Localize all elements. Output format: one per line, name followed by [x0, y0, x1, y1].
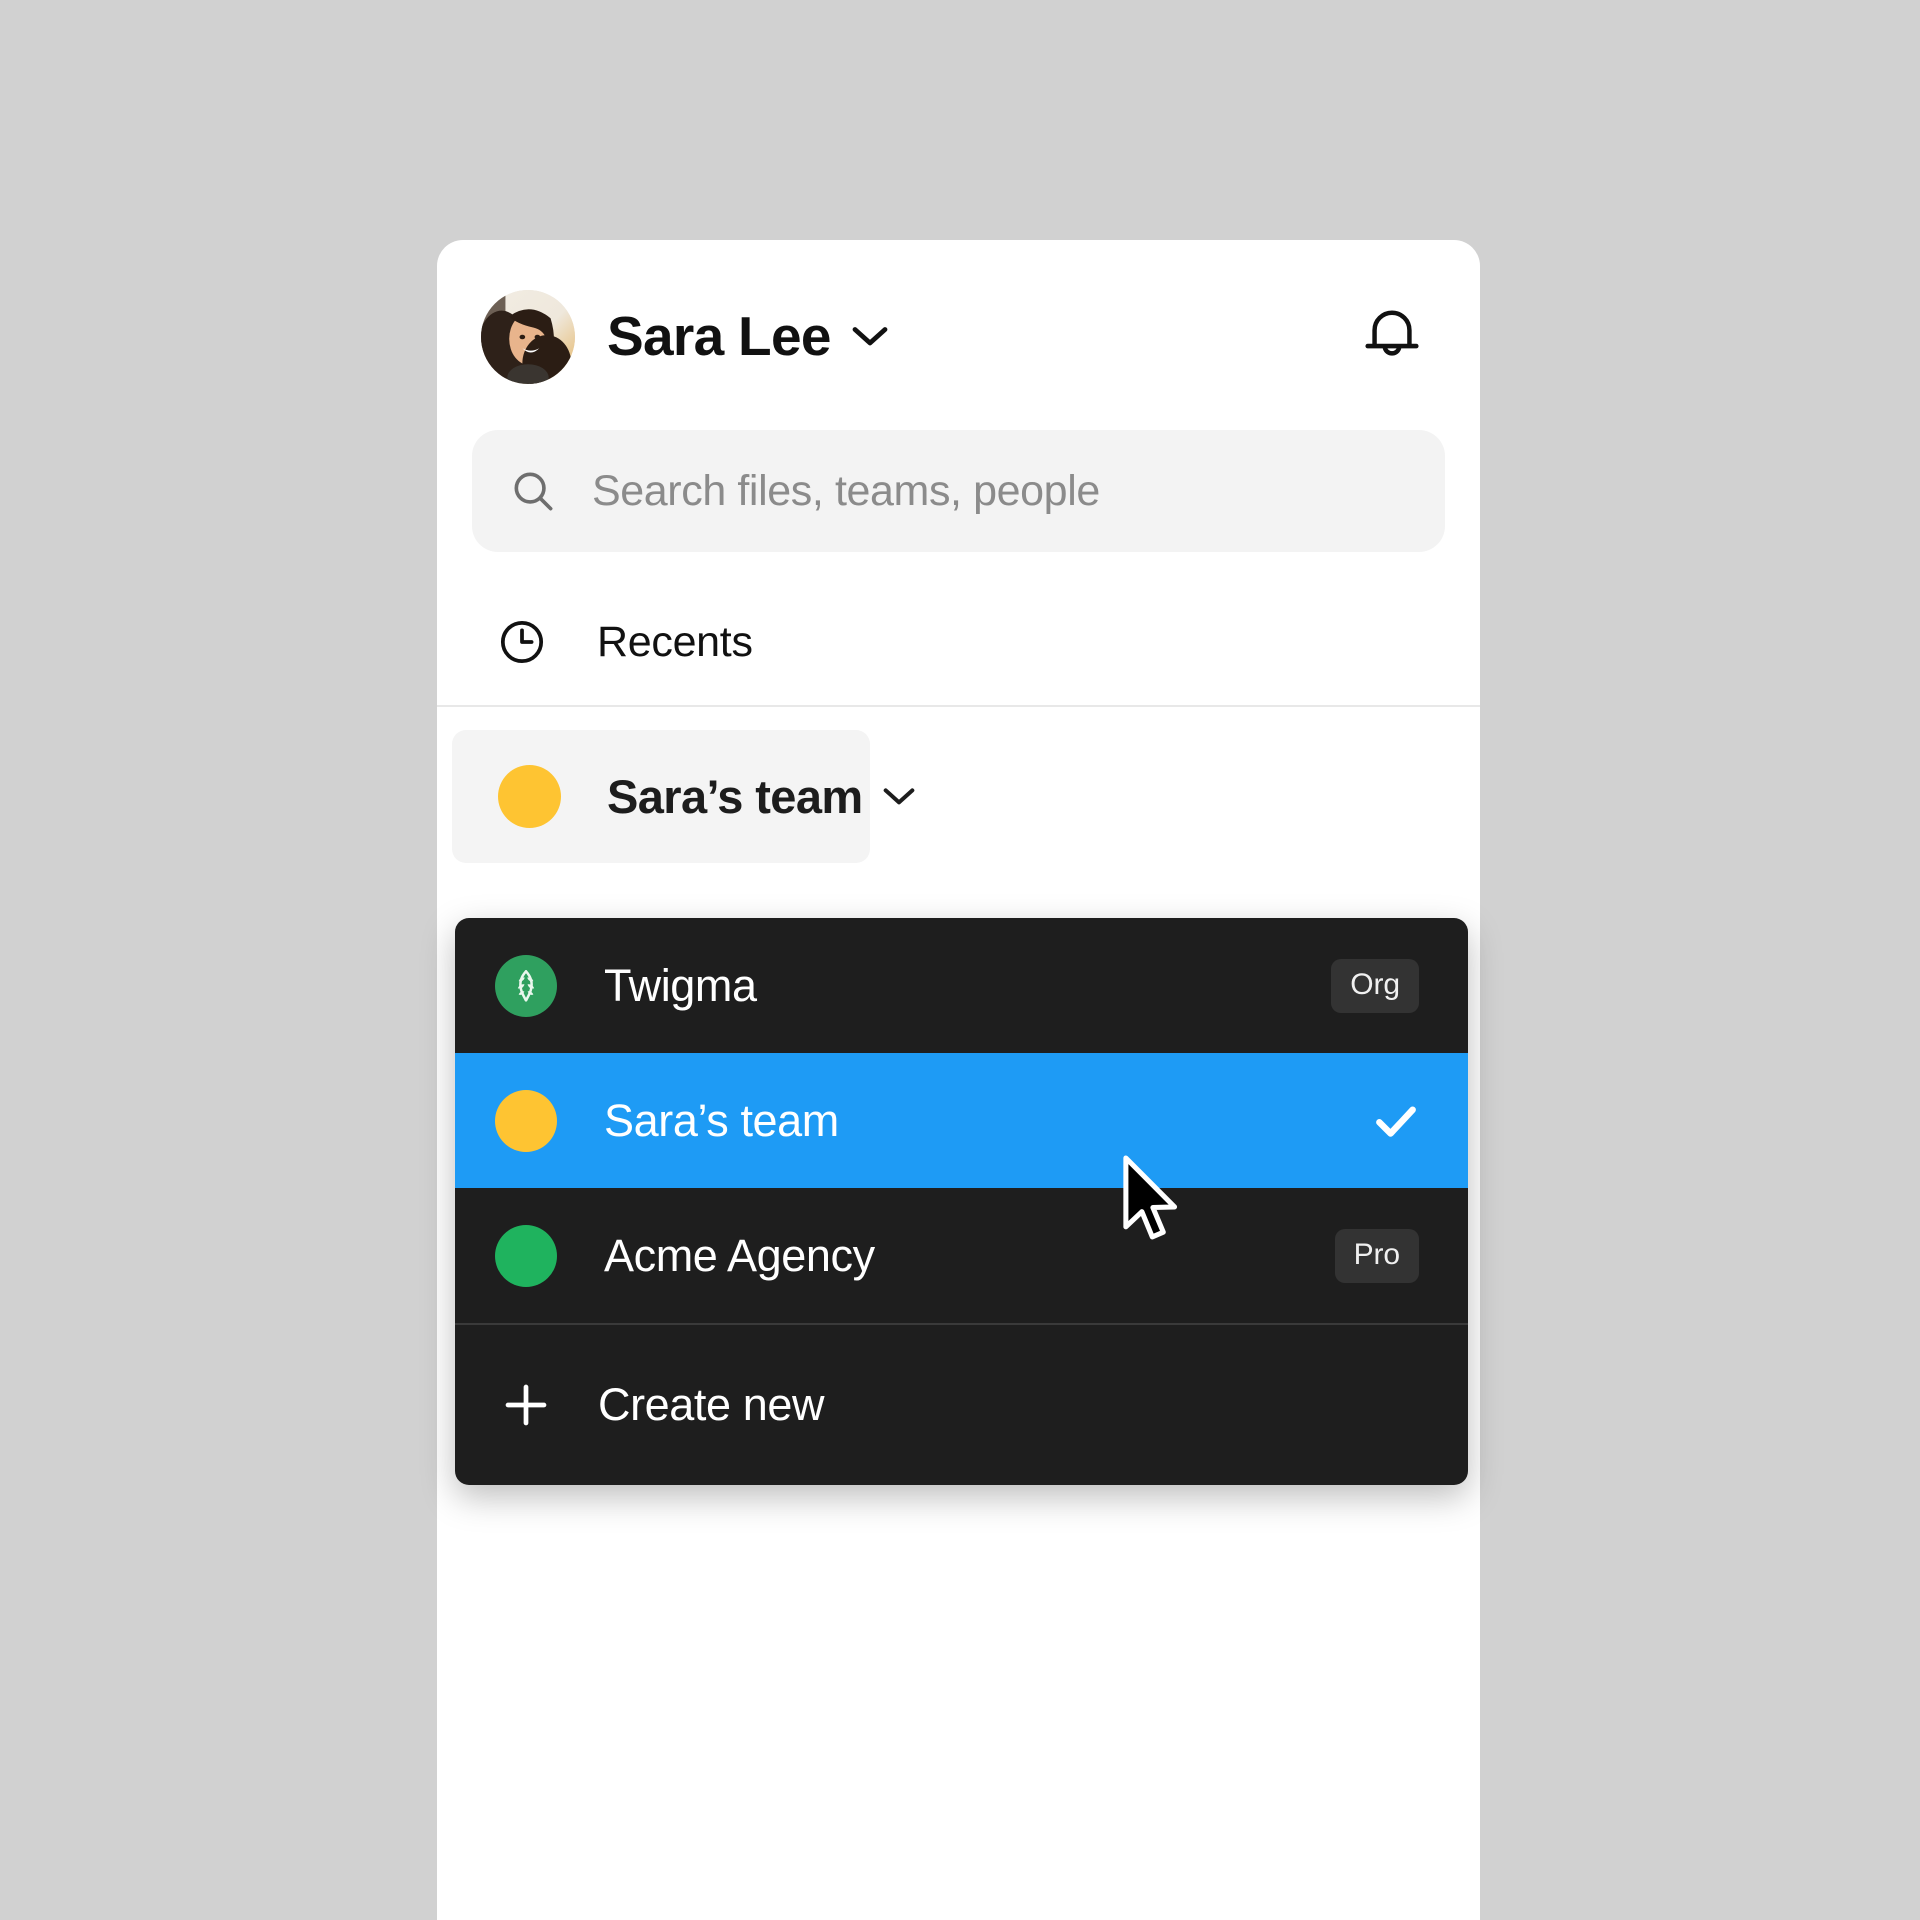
twigma-leaf-logo [495, 954, 557, 1017]
menu-item-label: Twigma [604, 959, 757, 1011]
divider [437, 705, 1480, 707]
team-dot [495, 1089, 557, 1152]
search-icon [514, 472, 553, 511]
menu-item-label: Acme Agency [604, 1229, 875, 1281]
team-switcher-label: Sara’s team [607, 770, 863, 823]
menu-item-label: Sara’s team [604, 1094, 839, 1146]
chevron-down-icon[interactable] [852, 326, 888, 348]
menu-item-create-new[interactable]: Create new [455, 1325, 1468, 1485]
team-switcher-button[interactable]: Sara’s team [452, 730, 914, 863]
team-dot [495, 1224, 557, 1287]
search-input[interactable] [592, 466, 1445, 516]
status-badge: Pro [1334, 1228, 1419, 1283]
search-bar[interactable] [472, 430, 1445, 552]
menu-item-twigma[interactable]: Twigma Org [455, 918, 1468, 1053]
team-switcher-dropdown: Twigma Org Sara’s team Acme Agency Pro C… [455, 918, 1468, 1485]
chevron-down-icon[interactable] [883, 787, 915, 807]
plus-icon [505, 1384, 547, 1426]
clock-icon [500, 620, 544, 664]
avatar[interactable] [481, 290, 575, 384]
check-icon [1376, 1106, 1416, 1137]
notifications-button[interactable] [1346, 290, 1438, 382]
app-header: Sara Lee [437, 240, 1480, 430]
status-badge: Org [1331, 958, 1419, 1013]
menu-item-saras-team[interactable]: Sara’s team [455, 1053, 1468, 1188]
sidebar-item-recents[interactable]: Recents [437, 582, 1480, 702]
menu-item-acme-agency[interactable]: Acme Agency Pro [455, 1188, 1468, 1323]
page-title: Sara Lee [607, 305, 831, 367]
user-avatar-photo [481, 290, 575, 384]
recents-label: Recents [597, 617, 753, 666]
bell-icon [1365, 310, 1419, 356]
team-dot [498, 765, 561, 828]
app-card: Sara Lee Recents Sara’s team [437, 240, 1480, 1920]
create-new-label: Create new [598, 1379, 825, 1430]
